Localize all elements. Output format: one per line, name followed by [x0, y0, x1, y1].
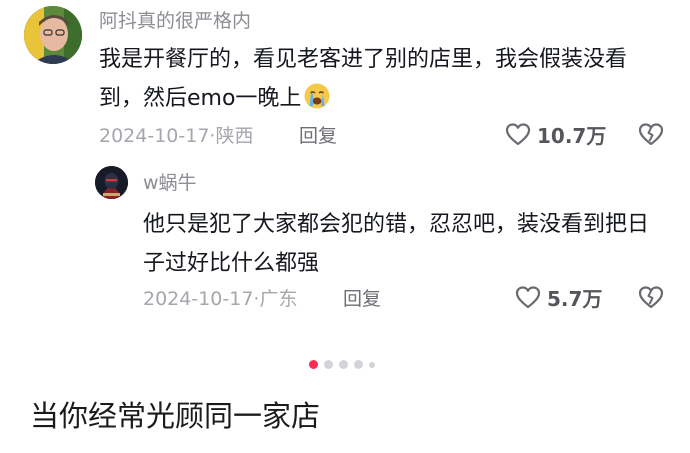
- pagination-dot-active[interactable]: [309, 360, 318, 369]
- reply-text: 他只是犯了大家都会犯的错，忍忍吧，装没看到把日子过好比什么都强: [143, 212, 650, 276]
- crying-face-icon: [304, 83, 330, 109]
- avatar[interactable]: [24, 6, 82, 64]
- comment-username[interactable]: 阿抖真的很严格内: [99, 9, 251, 33]
- heart-icon[interactable]: [515, 285, 541, 311]
- like-count: 10.7万: [537, 124, 607, 148]
- reply-avatar[interactable]: [95, 166, 128, 199]
- caption: 当你经常光顾同一家店: [30, 399, 321, 433]
- pagination-dot[interactable]: [354, 360, 363, 369]
- reply-reply-button[interactable]: 回复: [343, 287, 381, 311]
- heart-icon[interactable]: [505, 122, 531, 148]
- pagination-dots[interactable]: [309, 360, 379, 372]
- pagination-dot[interactable]: [339, 360, 348, 369]
- broken-heart-icon[interactable]: [638, 122, 664, 148]
- comment-text: 我是开餐厅的，看见老客进了别的店里，我会假装没看到，然后emo一晚上: [99, 47, 628, 111]
- comment-date: 2024-10-17: [99, 125, 210, 147]
- reply-date: 2024-10-17: [143, 288, 254, 310]
- reply-button[interactable]: 回复: [299, 124, 337, 148]
- reply-location: 广东: [259, 288, 298, 310]
- reply-username[interactable]: w蜗牛: [143, 171, 197, 195]
- reply-meta: 2024-10-17·广东: [143, 287, 297, 311]
- pagination-dot[interactable]: [369, 361, 375, 368]
- reply-like-count: 5.7万: [547, 287, 603, 311]
- pagination-dot[interactable]: [324, 360, 333, 369]
- comment-meta: 2024-10-17·陕西: [99, 124, 253, 148]
- broken-heart-icon[interactable]: [638, 285, 664, 311]
- comment-location: 陕西: [215, 125, 254, 147]
